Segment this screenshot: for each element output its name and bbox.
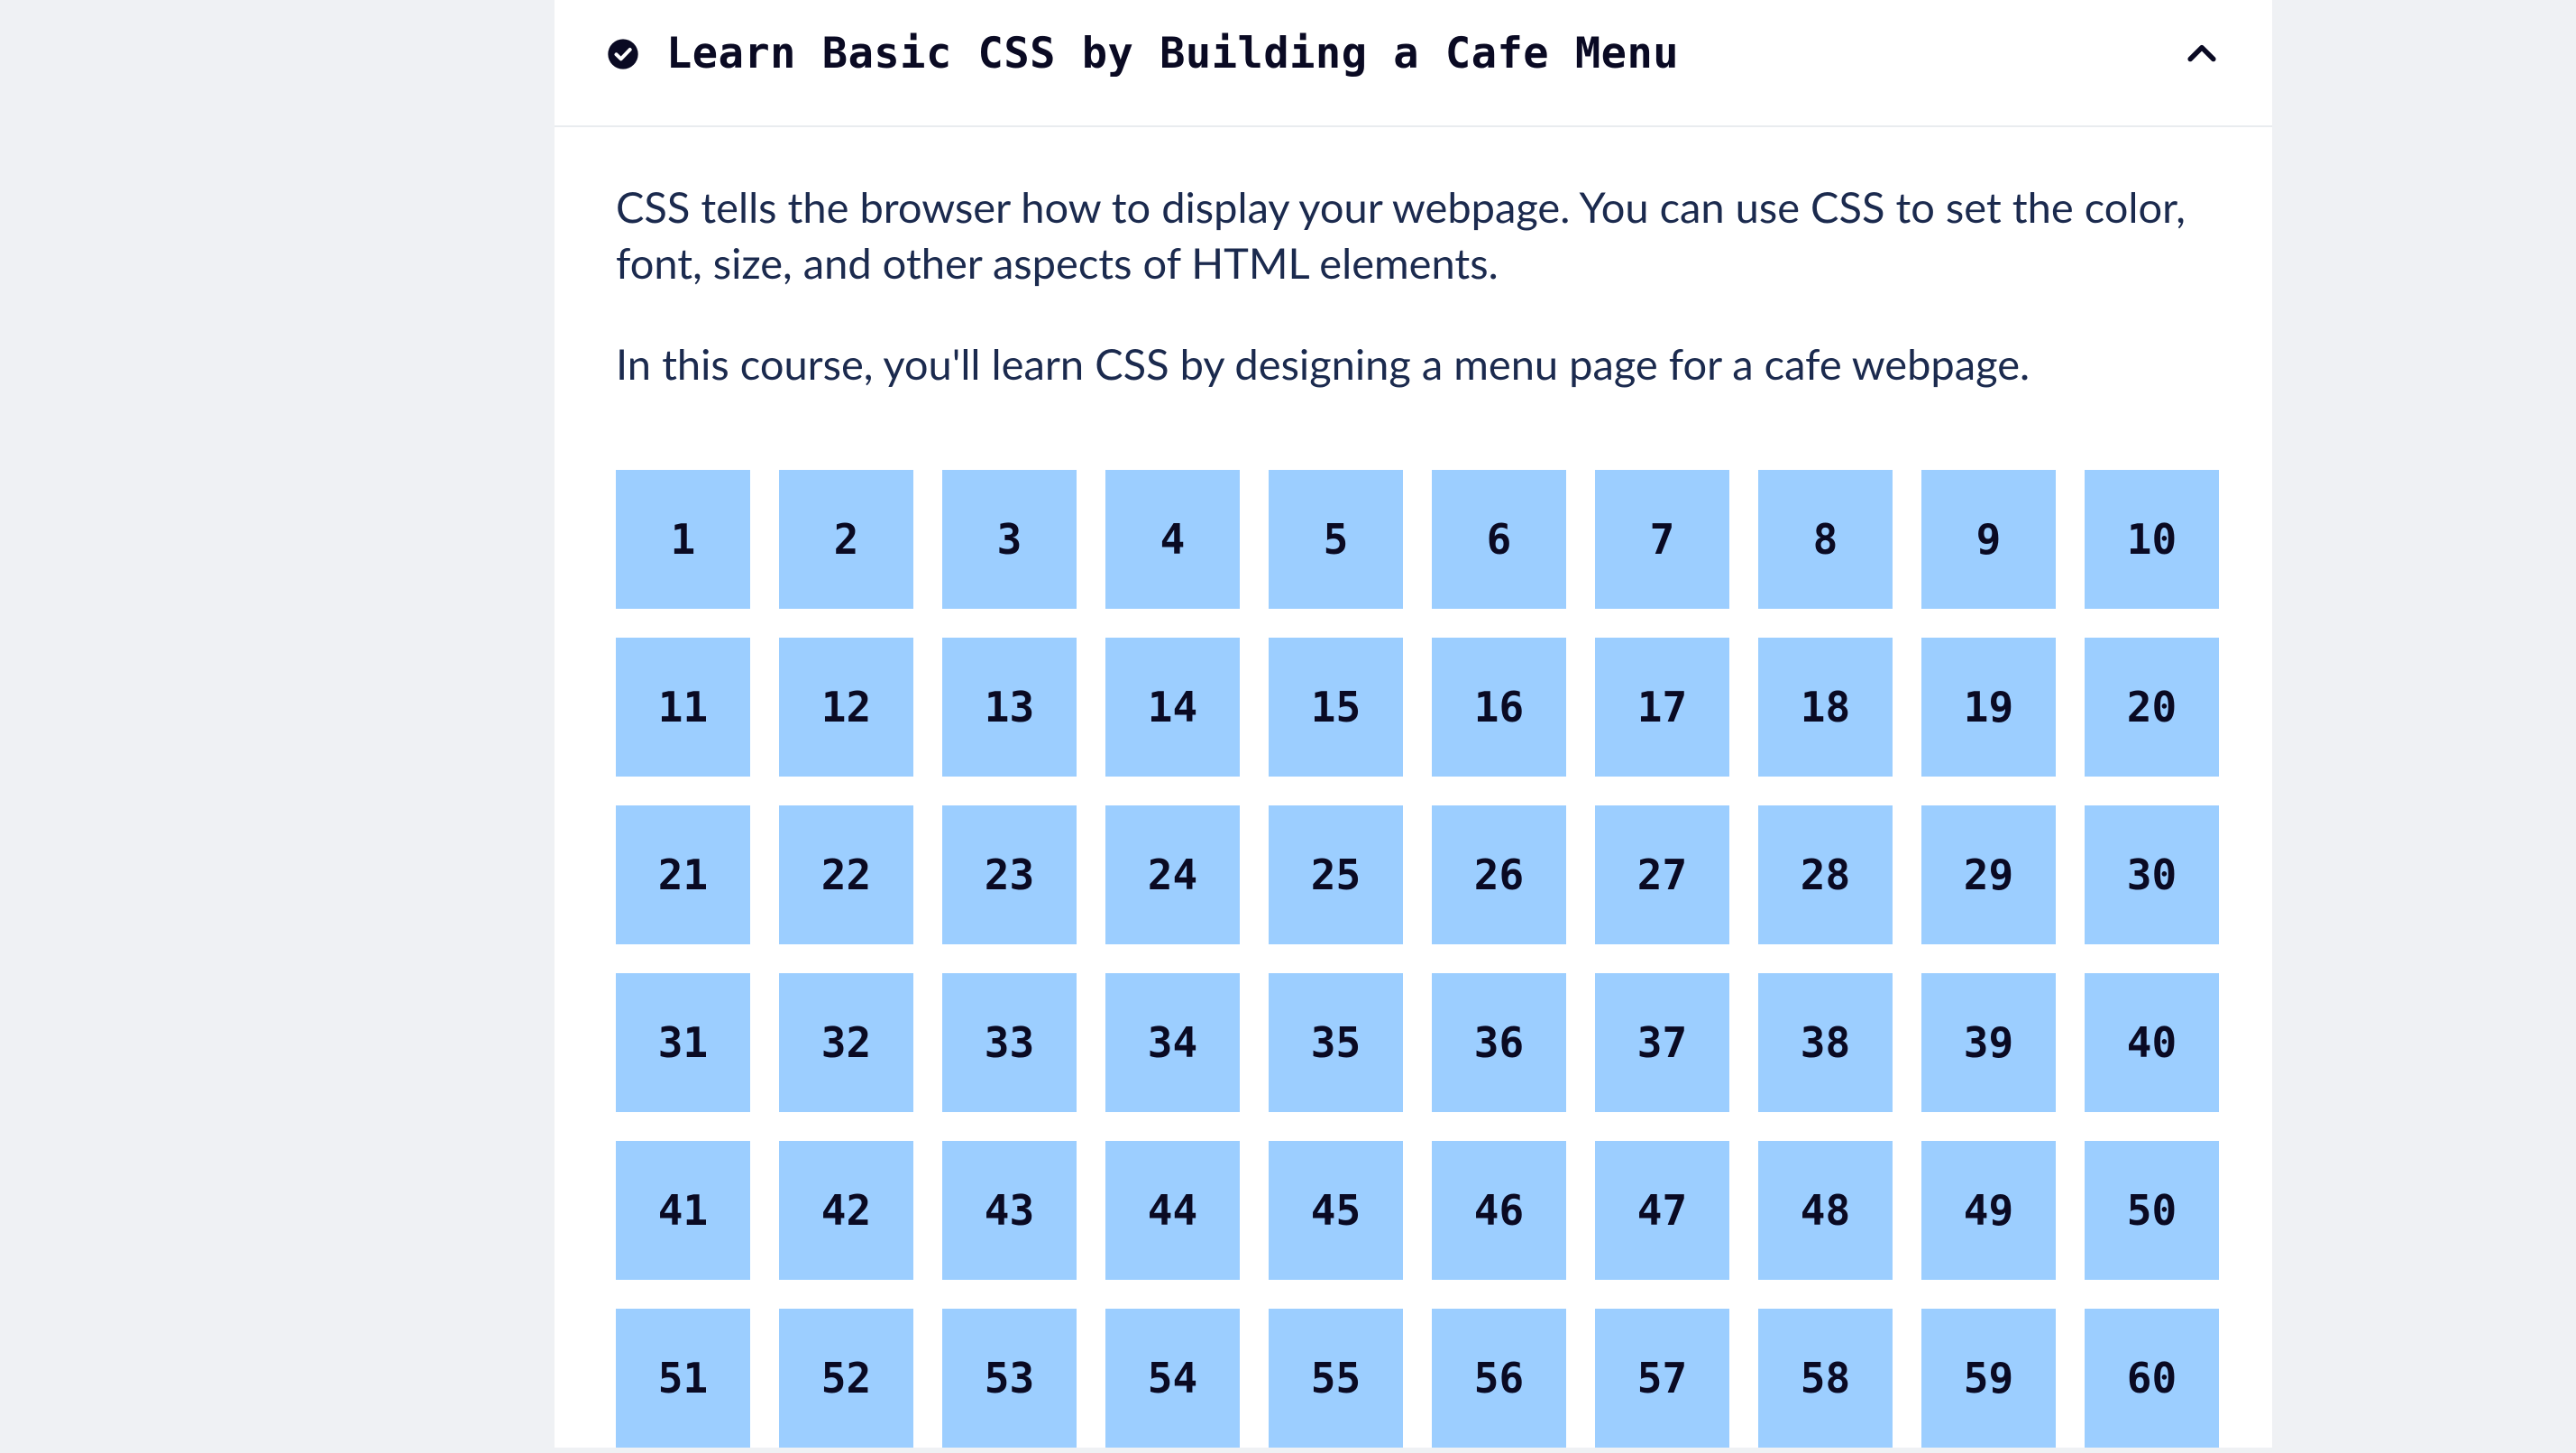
- step-button-58[interactable]: 58: [1758, 1309, 1893, 1448]
- step-button-27[interactable]: 27: [1595, 805, 1729, 944]
- step-button-17[interactable]: 17: [1595, 638, 1729, 777]
- step-button-16[interactable]: 16: [1432, 638, 1566, 777]
- step-button-40[interactable]: 40: [2085, 973, 2219, 1112]
- step-button-3[interactable]: 3: [942, 470, 1077, 609]
- step-button-34[interactable]: 34: [1105, 973, 1240, 1112]
- step-button-51[interactable]: 51: [616, 1309, 750, 1448]
- step-button-9[interactable]: 9: [1921, 470, 2056, 609]
- step-button-23[interactable]: 23: [942, 805, 1077, 944]
- step-button-48[interactable]: 48: [1758, 1141, 1893, 1280]
- step-button-49[interactable]: 49: [1921, 1141, 2056, 1280]
- step-button-21[interactable]: 21: [616, 805, 750, 944]
- course-header-left: Learn Basic CSS by Building a Cafe Menu: [605, 29, 1679, 78]
- step-button-7[interactable]: 7: [1595, 470, 1729, 609]
- check-circle-icon: [605, 36, 641, 72]
- step-button-31[interactable]: 31: [616, 973, 750, 1112]
- step-button-60[interactable]: 60: [2085, 1309, 2219, 1448]
- step-button-36[interactable]: 36: [1432, 973, 1566, 1112]
- step-button-39[interactable]: 39: [1921, 973, 2056, 1112]
- chevron-up-icon[interactable]: [2182, 34, 2222, 74]
- step-button-56[interactable]: 56: [1432, 1309, 1566, 1448]
- step-button-38[interactable]: 38: [1758, 973, 1893, 1112]
- course-description-1: CSS tells the browser how to display you…: [616, 179, 2211, 291]
- step-button-44[interactable]: 44: [1105, 1141, 1240, 1280]
- step-button-43[interactable]: 43: [942, 1141, 1077, 1280]
- step-button-35[interactable]: 35: [1269, 973, 1403, 1112]
- step-button-20[interactable]: 20: [2085, 638, 2219, 777]
- step-button-54[interactable]: 54: [1105, 1309, 1240, 1448]
- step-button-45[interactable]: 45: [1269, 1141, 1403, 1280]
- step-button-5[interactable]: 5: [1269, 470, 1403, 609]
- step-button-29[interactable]: 29: [1921, 805, 2056, 944]
- course-header[interactable]: Learn Basic CSS by Building a Cafe Menu: [555, 0, 2272, 127]
- step-button-11[interactable]: 11: [616, 638, 750, 777]
- course-description-2: In this course, you'll learn CSS by desi…: [616, 336, 2211, 392]
- step-button-42[interactable]: 42: [779, 1141, 913, 1280]
- step-button-26[interactable]: 26: [1432, 805, 1566, 944]
- step-button-41[interactable]: 41: [616, 1141, 750, 1280]
- step-button-37[interactable]: 37: [1595, 973, 1729, 1112]
- step-button-25[interactable]: 25: [1269, 805, 1403, 944]
- step-button-32[interactable]: 32: [779, 973, 913, 1112]
- step-button-15[interactable]: 15: [1269, 638, 1403, 777]
- page-root: Learn Basic CSS by Building a Cafe Menu …: [0, 0, 2576, 1453]
- step-button-52[interactable]: 52: [779, 1309, 913, 1448]
- steps-grid: 1234567891011121314151617181920212223242…: [616, 470, 2211, 1448]
- step-button-53[interactable]: 53: [942, 1309, 1077, 1448]
- course-body: CSS tells the browser how to display you…: [555, 127, 2272, 1448]
- step-button-50[interactable]: 50: [2085, 1141, 2219, 1280]
- step-button-13[interactable]: 13: [942, 638, 1077, 777]
- step-button-59[interactable]: 59: [1921, 1309, 2056, 1448]
- step-button-55[interactable]: 55: [1269, 1309, 1403, 1448]
- course-title: Learn Basic CSS by Building a Cafe Menu: [666, 29, 1679, 78]
- step-button-30[interactable]: 30: [2085, 805, 2219, 944]
- step-button-4[interactable]: 4: [1105, 470, 1240, 609]
- step-button-10[interactable]: 10: [2085, 470, 2219, 609]
- step-button-28[interactable]: 28: [1758, 805, 1893, 944]
- course-card: Learn Basic CSS by Building a Cafe Menu …: [555, 0, 2272, 1448]
- step-button-57[interactable]: 57: [1595, 1309, 1729, 1448]
- step-button-8[interactable]: 8: [1758, 470, 1893, 609]
- step-button-1[interactable]: 1: [616, 470, 750, 609]
- step-button-24[interactable]: 24: [1105, 805, 1240, 944]
- step-button-12[interactable]: 12: [779, 638, 913, 777]
- step-button-19[interactable]: 19: [1921, 638, 2056, 777]
- step-button-14[interactable]: 14: [1105, 638, 1240, 777]
- step-button-18[interactable]: 18: [1758, 638, 1893, 777]
- step-button-6[interactable]: 6: [1432, 470, 1566, 609]
- step-button-22[interactable]: 22: [779, 805, 913, 944]
- step-button-47[interactable]: 47: [1595, 1141, 1729, 1280]
- step-button-33[interactable]: 33: [942, 973, 1077, 1112]
- step-button-2[interactable]: 2: [779, 470, 913, 609]
- step-button-46[interactable]: 46: [1432, 1141, 1566, 1280]
